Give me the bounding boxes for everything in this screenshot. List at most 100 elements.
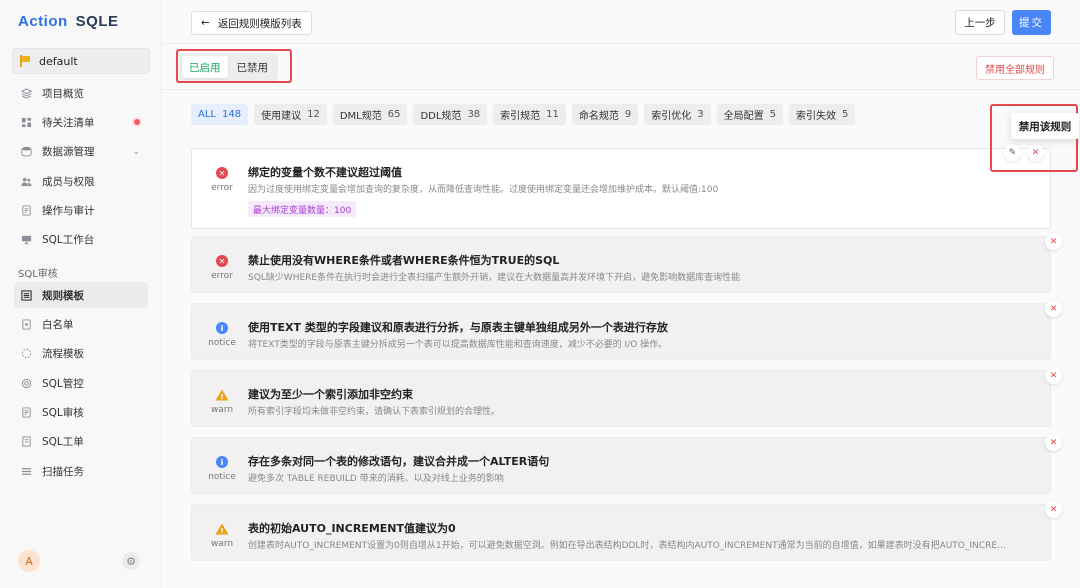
back-button-label: 返回规则模版列表 <box>217 17 302 30</box>
rule-card[interactable]: ! warn 表的初始AUTO_INCREMENT值建议为0 创建表时AUTO_INC… <box>191 501 1062 561</box>
filter-chip[interactable]: DML规范 65 <box>332 104 408 125</box>
sidebar-item-label: 流程模板 <box>42 348 84 361</box>
rule-level-text: notice <box>208 472 236 482</box>
disable-rule-icon[interactable]: ✕ <box>1045 434 1062 451</box>
sidebar-item-label: SQL工单 <box>42 436 84 449</box>
rule-title: 使用TEXT 类型的字段建议和原表进行分拆，与原表主键单独组成另外一个表进行存放 <box>248 321 668 334</box>
rule-level-text: error <box>211 271 233 281</box>
rule-level-text: warn <box>210 539 234 549</box>
previous-step-button[interactable]: 上一步 <box>955 10 1005 35</box>
sidebar-item-label: SQL工作台 <box>42 234 95 247</box>
rule-level-text: notice <box>208 338 236 348</box>
sidebar-item-control[interactable]: SQL管控 <box>14 370 148 396</box>
sidebar-item-label: 成员与权限 <box>42 175 95 188</box>
filter-chip[interactable]: 索引规范 11 <box>493 104 566 125</box>
rule-level: i notice <box>204 456 240 482</box>
filter-chip[interactable]: 命名规范 9 <box>571 104 639 125</box>
filter-label: DDL规范 <box>420 111 462 122</box>
rule-card[interactable]: i notice 存在多条对同一个表的修改语句，建议合并成一个ALTER语句 避免多次… <box>191 434 1062 494</box>
settings-icon[interactable]: ⚙ <box>122 552 140 570</box>
rule-card[interactable]: ✕ error 禁止使用没有WHERE条件或者WHERE条件恒为TRUE的SQL SQ… <box>191 233 1062 293</box>
scan-icon <box>21 466 32 477</box>
submit-button[interactable]: 提交 <box>1012 10 1051 35</box>
info-icon: i <box>216 456 228 468</box>
rule-card[interactable]: i notice 使用TEXT 类型的字段建议和原表进行分拆，与原表主键单独组成另外… <box>191 300 1062 360</box>
highlight-box-status <box>176 49 292 83</box>
filter-chip[interactable]: 使用建议 12 <box>254 104 327 125</box>
nav-sql-audit: 规则模板白名单流程模板 SQL管控 SQL审核 SQL工单扫描任务 <box>14 282 148 488</box>
rule-title: 表的初始AUTO_INCREMENT值建议为0 <box>248 522 456 535</box>
template-icon <box>21 289 32 301</box>
rule-description: SQL缺少WHERE条件在执行时会进行全表扫描产生额外开销，建议在大数据量高并发… <box>248 273 741 283</box>
rule-level-text: warn <box>210 405 234 415</box>
sidebar-item-dashboard[interactable]: 待关注清单 <box>14 109 148 135</box>
rule-card[interactable]: ! warn 建议为至少一个索引添加非空约束 所有索引字段均未做非空约束，请确认下表索… <box>191 367 1062 427</box>
disable-all-rules-button[interactable]: 禁用全部规则 <box>976 56 1054 80</box>
info-icon: i <box>216 322 228 334</box>
disable-rule-icon[interactable]: ✕ <box>1045 233 1062 250</box>
sidebar-item-database[interactable]: 数据源管理 ⌄ <box>14 139 148 165</box>
ticket-icon <box>21 436 32 447</box>
sidebar-item-ticket[interactable]: SQL工单 <box>14 429 148 455</box>
filter-chip[interactable]: 索引优化 3 <box>644 104 711 125</box>
main-content: ← 返回规则模版列表 上一步 提交 已启用 已禁用 禁用全部规则 ALL 148 使… <box>162 0 1080 588</box>
disable-rule-icon[interactable]: ✕ <box>1045 501 1062 518</box>
sidebar-item-users[interactable]: 成员与权限 <box>14 168 148 194</box>
filter-count: 3 <box>697 109 704 120</box>
warning-icon: ! <box>215 523 229 535</box>
logo-brand: Action <box>18 13 68 30</box>
svg-text:!: ! <box>220 527 223 535</box>
avatar[interactable]: A <box>18 550 40 572</box>
flow-icon <box>21 348 32 359</box>
sidebar-item-audit[interactable]: 操作与审计 <box>14 198 148 224</box>
project-selector[interactable]: default <box>12 48 150 74</box>
sidebar-item-audit[interactable]: SQL审核 <box>14 400 148 426</box>
section-label-sql-audit: SQL审核 <box>18 269 58 280</box>
audit-icon <box>21 407 32 418</box>
app-logo[interactable]: Action SQLE <box>18 13 119 30</box>
rule-param-tag: 最大绑定变量数量：100 <box>248 201 357 217</box>
sidebar-item-scan[interactable]: 扫描任务 <box>14 458 148 484</box>
rule-level: ✕ error <box>204 167 240 193</box>
top-bar: ← 返回规则模版列表 上一步 提交 <box>162 0 1080 44</box>
sidebar-item-flow[interactable]: 流程模板 <box>14 341 148 367</box>
rule-level: ! warn <box>204 389 240 415</box>
rule-actions: ✕ <box>1045 367 1062 384</box>
disable-rule-icon[interactable]: ✕ <box>1045 300 1062 317</box>
filter-count: 65 <box>387 109 401 120</box>
filter-chip[interactable]: ALL 148 <box>191 104 249 125</box>
audit-icon <box>21 205 32 216</box>
rule-level: ✕ error <box>204 255 240 281</box>
filter-label: 命名规范 <box>578 111 619 122</box>
disable-rule-icon[interactable]: ✕ <box>1045 367 1062 384</box>
notification-dot <box>134 119 140 126</box>
rule-card[interactable]: ✕ error 绑定的变量个数不建议超过阈值 因为过度使用绑定变量会增加查询的复杂度，… <box>191 144 1051 229</box>
sidebar-item-layers[interactable]: 项目概览 <box>14 80 148 106</box>
rule-actions: ✕ <box>1045 501 1062 518</box>
disable-rule-tooltip: 禁用该规则 <box>1011 113 1079 139</box>
sidebar-item-label: SQL管控 <box>42 377 84 390</box>
filter-label: 索引失效 <box>796 111 837 122</box>
filter-chip[interactable]: DDL规范 38 <box>413 104 488 125</box>
layers-icon <box>21 87 32 99</box>
filter-count: 5 <box>842 109 849 120</box>
whitelist-icon <box>21 319 32 330</box>
filter-chip[interactable]: 索引失效 5 <box>789 104 856 125</box>
sidebar-item-label: 规则模板 <box>42 289 84 302</box>
back-to-template-list-button[interactable]: ← 返回规则模版列表 <box>191 11 312 35</box>
control-icon <box>21 378 32 389</box>
sidebar-item-label: 待关注清单 <box>42 116 95 129</box>
nav-main: 项目概览待关注清单数据源管理 ⌄ 成员与权限操作与审计 SQL工作台 <box>14 80 148 256</box>
rule-type-filters: ALL 148 使用建议 12 DML规范 65 DDL规范 38 索引规范 11 命名规范 9 索引优… <box>191 104 856 125</box>
filter-count: 148 <box>221 109 242 120</box>
logo-product: SQLE <box>75 13 119 30</box>
chevron-down-icon[interactable]: ⌄ <box>132 147 140 157</box>
filter-chip[interactable]: 全局配置 5 <box>716 104 784 125</box>
warning-icon: ! <box>215 389 229 401</box>
rule-level: ! warn <box>204 523 240 549</box>
rule-description: 因为过度使用绑定变量会增加查询的复杂度，从而降低查询性能。过度使用绑定变量还会增… <box>248 185 719 195</box>
sidebar-item-monitor[interactable]: SQL工作台 <box>14 227 148 253</box>
filter-label: ALL <box>198 109 216 120</box>
sidebar-item-whitelist[interactable]: 白名单 <box>14 311 148 337</box>
sidebar-item-template[interactable]: 规则模板 <box>14 282 148 308</box>
